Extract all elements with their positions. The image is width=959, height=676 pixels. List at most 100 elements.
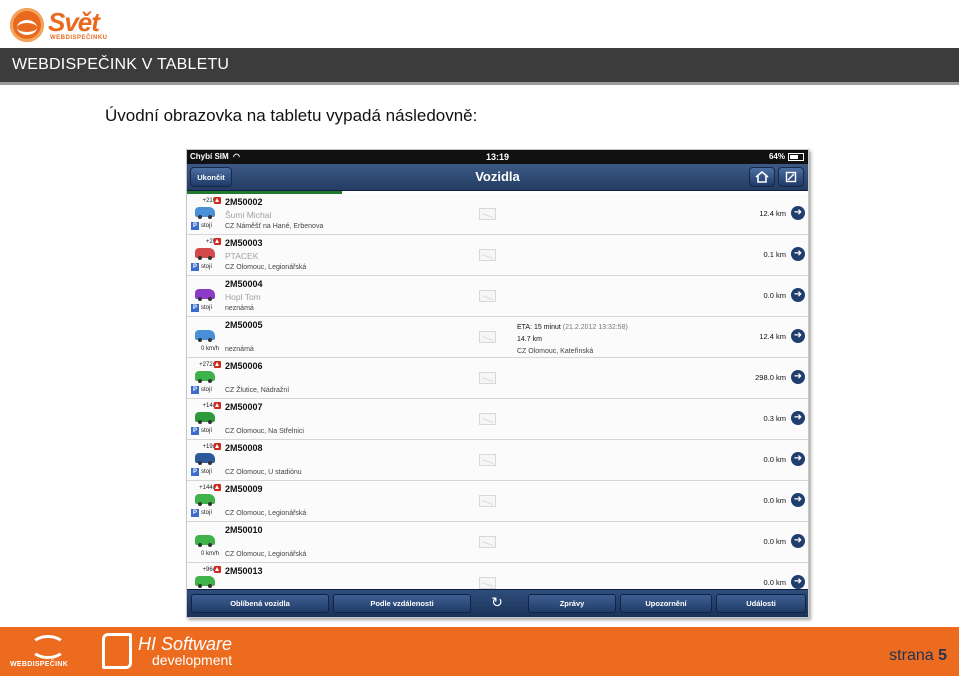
vehicle-location: CZ Náměšť na Hané, Erbenova xyxy=(225,223,324,230)
message-icon[interactable] xyxy=(479,413,496,425)
arrow-right-icon[interactable]: ➜ xyxy=(791,206,805,220)
tablet-screenshot: Chybí SIM ◠ 13:19 64% Ukončit Vozidla +2… xyxy=(186,149,809,618)
page-number: strana 5 xyxy=(889,647,947,665)
vehicle-plate: 2M50005 xyxy=(225,320,263,330)
hi-software-logo: HI Software development xyxy=(102,633,232,669)
vehicle-location: CZ Olomouc, U stadiónu xyxy=(225,469,302,476)
arrow-right-icon[interactable]: ➜ xyxy=(791,329,805,343)
time-offset: +96d xyxy=(202,567,216,573)
message-icon[interactable] xyxy=(479,372,496,384)
vehicle-plate: 2M50009 xyxy=(225,484,263,494)
hi-software-text: HI Software xyxy=(138,634,233,654)
message-icon[interactable] xyxy=(479,536,496,548)
battery-icon xyxy=(788,152,804,161)
parking-icon: P xyxy=(191,263,199,271)
vehicle-row[interactable]: Pstojí 2M50004 Hopl Tom neznámá 0.0 km ➜ xyxy=(187,276,808,317)
message-icon[interactable] xyxy=(479,331,496,343)
vehicle-status: stojí xyxy=(201,510,213,516)
vehicle-distance: 12.4 km xyxy=(759,209,786,218)
arrow-right-icon[interactable]: ➜ xyxy=(791,247,805,261)
vehicle-distance: 0.0 km xyxy=(763,537,786,546)
car-icon xyxy=(195,494,215,506)
warning-icon xyxy=(214,566,221,573)
vehicle-status: stojí xyxy=(201,223,213,229)
eta-distance: 14.7 km xyxy=(517,336,542,343)
message-icon[interactable] xyxy=(479,208,496,220)
webdispecink-logo-text: WEBDISPEČINK xyxy=(10,661,69,668)
by-distance-button[interactable]: Podle vzdálenosti xyxy=(333,594,471,613)
page-number-value: 5 xyxy=(938,647,947,664)
arrow-right-icon[interactable]: ➜ xyxy=(791,534,805,548)
arrow-right-icon[interactable]: ➜ xyxy=(791,452,805,466)
slide-title-bar: WEBDISPEČINK V TABLETU xyxy=(0,48,959,85)
message-icon[interactable] xyxy=(479,495,496,507)
vehicle-location: CZ Olomouc, Legionářská xyxy=(225,551,307,558)
vehicle-row[interactable]: 0 km/h 2M50005 neznámá ETA: 15 minut (21… xyxy=(187,317,808,358)
messages-button[interactable]: Zprávy xyxy=(528,594,616,613)
eta-info: ETA: 15 minut (21.2.2012 13:32:58) xyxy=(517,324,628,331)
slide-title: WEBDISPEČINK V TABLETU xyxy=(12,56,230,73)
warning-icon xyxy=(214,361,221,368)
home-icon xyxy=(755,171,769,183)
vehicle-distance: 0.0 km xyxy=(763,496,786,505)
arrow-right-icon[interactable]: ➜ xyxy=(791,370,805,384)
vehicle-status: stojí xyxy=(201,387,213,393)
vehicle-location: neznámá xyxy=(225,305,254,312)
parking-icon: P xyxy=(191,222,199,230)
vehicle-row[interactable]: +21h Pstojí 2M50002 Šumi Michal CZ Náměš… xyxy=(187,194,808,235)
home-button[interactable] xyxy=(749,167,775,187)
vehicle-location: CZ Olomouc, Na Střelnici xyxy=(225,428,304,435)
logo-text: Svět xyxy=(48,7,100,37)
vehicle-distance: 12.4 km xyxy=(759,332,786,341)
vehicle-row[interactable]: 0 km/h 2M50010 CZ Olomouc, Legionářská 0… xyxy=(187,522,808,563)
notifications-button[interactable]: Upozornění xyxy=(620,594,712,613)
car-icon xyxy=(195,248,215,260)
vehicle-row[interactable]: +14d Pstojí 2M50007 CZ Olomouc, Na Střel… xyxy=(187,399,808,440)
message-icon[interactable] xyxy=(479,577,496,589)
top-bar: Svět WEBDISPEČINKU xyxy=(0,0,959,49)
vehicle-plate: 2M50002 xyxy=(225,197,263,207)
vehicle-plate: 2M50006 xyxy=(225,361,263,371)
time-offset: +2h xyxy=(205,239,216,245)
time-offset: +144d xyxy=(199,485,216,491)
warning-icon xyxy=(214,484,221,491)
svet-logo: Svět WEBDISPEČINKU xyxy=(10,6,108,44)
development-text: development xyxy=(152,652,233,668)
car-icon xyxy=(195,289,215,301)
vehicle-row[interactable]: +272d Pstojí 2M50006 CZ Žlutice, Nádražn… xyxy=(187,358,808,399)
vehicle-status: stojí xyxy=(201,469,213,475)
favorite-vehicles-button[interactable]: Oblíbená vozidla xyxy=(191,594,329,613)
vehicle-row[interactable]: +19d Pstojí 2M50008 CZ Olomouc, U stadió… xyxy=(187,440,808,481)
logo-subtext: WEBDISPEČINKU xyxy=(50,35,108,41)
vehicle-plate: 2M50007 xyxy=(225,402,263,412)
vehicle-distance: 0.3 km xyxy=(763,414,786,423)
message-icon[interactable] xyxy=(479,290,496,302)
message-icon[interactable] xyxy=(479,249,496,261)
vehicle-plate: 2M50010 xyxy=(225,525,263,535)
arrow-right-icon[interactable]: ➜ xyxy=(791,288,805,302)
refresh-icon[interactable]: ↻ xyxy=(489,594,505,610)
eta-date: (21.2.2012 13:32:58) xyxy=(562,324,628,331)
arrow-right-icon[interactable]: ➜ xyxy=(791,575,805,589)
vehicle-row[interactable]: +2h Pstojí 2M50003 PTACEK CZ Olomouc, Le… xyxy=(187,235,808,276)
vehicle-speed: 0 km/h xyxy=(201,346,220,352)
vehicle-location: neznámá xyxy=(225,346,254,353)
arrow-right-icon[interactable]: ➜ xyxy=(791,493,805,507)
parking-icon: P xyxy=(191,304,199,312)
car-icon xyxy=(195,535,215,547)
vehicle-status: stojí xyxy=(201,428,213,434)
nav-bar: Ukončit Vozidla xyxy=(187,164,808,191)
battery-status: 64% xyxy=(769,152,804,161)
car-icon xyxy=(195,330,215,342)
vehicle-row[interactable]: +144d Pstojí 2M50009 CZ Olomouc, Legioná… xyxy=(187,481,808,522)
vehicle-location: CZ Olomouc, Legionářská xyxy=(225,510,307,517)
message-icon[interactable] xyxy=(479,454,496,466)
car-icon xyxy=(195,453,215,465)
vehicle-plate: 2M50004 xyxy=(225,279,263,289)
settings-button[interactable] xyxy=(778,167,804,187)
vehicle-location: CZ Olomouc, Legionářská xyxy=(225,264,307,271)
driver-name: PTACEK xyxy=(225,251,259,261)
events-button[interactable]: Události xyxy=(716,594,806,613)
arrow-right-icon[interactable]: ➜ xyxy=(791,411,805,425)
vehicle-plate: 2M50008 xyxy=(225,443,263,453)
